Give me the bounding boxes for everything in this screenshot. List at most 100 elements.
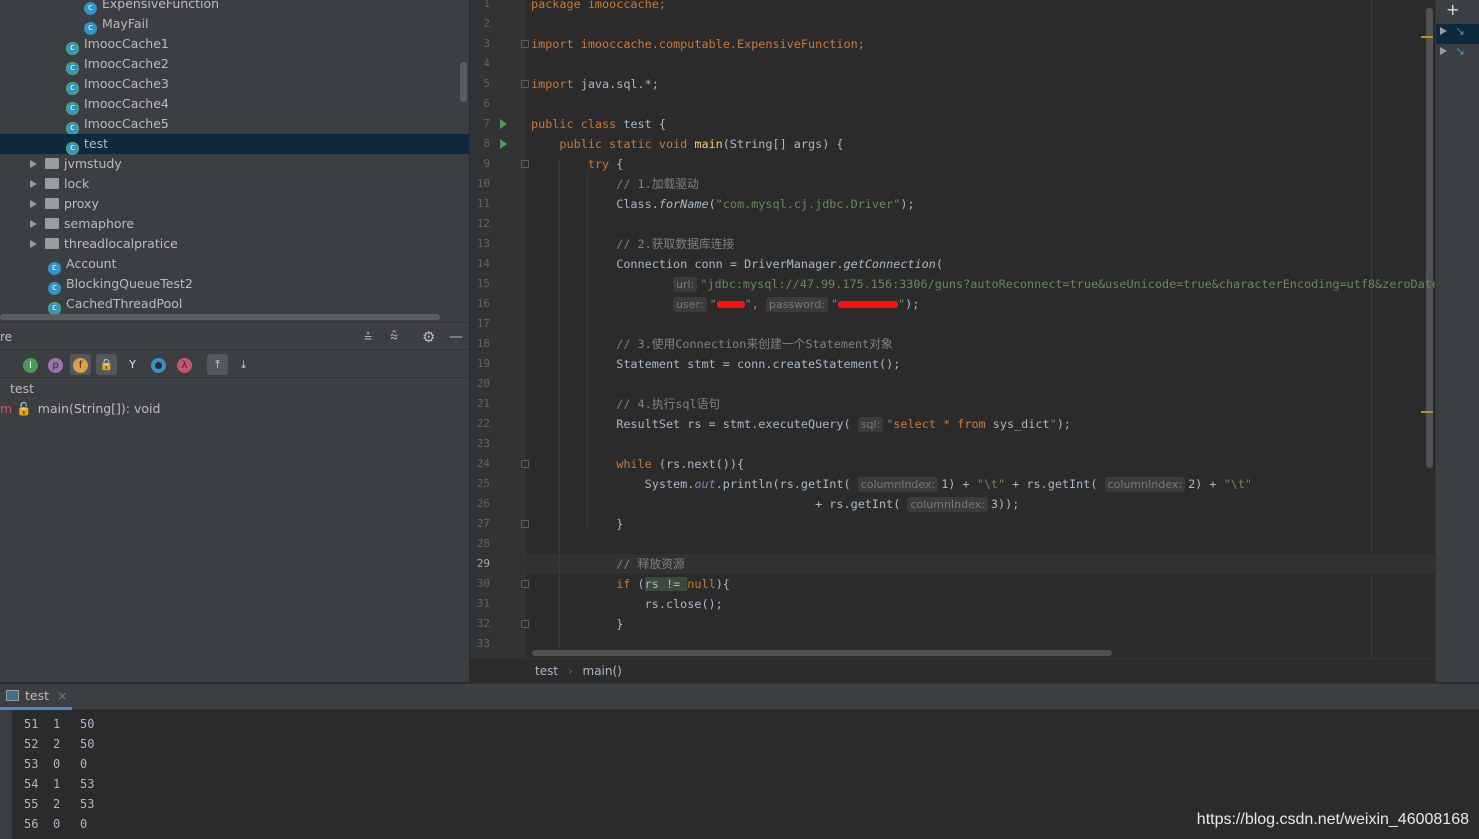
autoscroll-from-source-icon[interactable]: ⤓ — [233, 354, 254, 375]
tree-vertical-scrollbar[interactable] — [460, 62, 467, 102]
code-token: ResultSet rs = stmt.executeQuery( — [531, 417, 858, 431]
fold-icon[interactable] — [521, 460, 529, 468]
code-token: { — [616, 157, 624, 171]
code-token: + rs.getInt( — [1005, 477, 1105, 491]
indent-guide — [559, 160, 560, 650]
console-output[interactable]: https://blog.csdn.net/weixin_46008168 51… — [0, 710, 1479, 839]
gear-icon[interactable]: ⚙ — [422, 323, 435, 351]
run-gutter-icon[interactable] — [500, 119, 507, 129]
code-token: null — [687, 577, 716, 591]
fold-icon[interactable] — [521, 580, 529, 588]
warning-marker[interactable] — [1421, 36, 1433, 38]
tree-item[interactable]: proxy — [0, 194, 469, 214]
run-tab-test[interactable]: test × — [0, 684, 72, 710]
redacted-mark — [838, 301, 899, 308]
code-token: getConnection — [843, 257, 936, 271]
package-icon — [45, 198, 59, 209]
line-number: 31 — [476, 597, 490, 610]
warning-marker[interactable] — [1421, 411, 1433, 413]
tree-item[interactable]: c BlockingQueueTest2 — [0, 274, 469, 295]
console-value: 0 — [80, 757, 88, 771]
tree-item[interactable]: c MayFail — [0, 14, 469, 35]
tree-item[interactable]: c Account — [0, 254, 469, 275]
line-number: 23 — [476, 437, 490, 450]
run-gutter-icon[interactable] — [500, 139, 507, 149]
line-number: 19 — [476, 357, 490, 370]
code-token: // 2.获取数据库连接 — [531, 237, 735, 251]
tree-item[interactable]: c test — [0, 134, 469, 155]
code-line: // 2.获取数据库连接 — [531, 234, 734, 254]
expand-arrow-icon[interactable] — [30, 220, 37, 228]
tree-item[interactable]: c ExpensiveFunction — [0, 0, 469, 15]
fold-icon[interactable] — [521, 40, 529, 48]
line-number: 27 — [476, 517, 490, 530]
tree-item-label: ImoocCache1 — [84, 36, 169, 51]
code-token: ( — [935, 257, 943, 271]
database-item[interactable]: ↘ — [1436, 24, 1479, 44]
show-anonymous-icon[interactable]: Y — [122, 354, 143, 375]
console-value: 56 — [24, 817, 39, 831]
tree-item[interactable]: threadlocalpratice — [0, 234, 469, 254]
minimize-icon[interactable]: — — [449, 323, 463, 351]
show-fields-icon[interactable]: f — [70, 354, 91, 375]
tree-item[interactable]: c CachedThreadPool — [0, 294, 469, 315]
expand-all-icon[interactable]: ⩮ — [364, 323, 372, 351]
tree-item-label: proxy — [64, 196, 99, 211]
editor-horizontal-scrollbar[interactable] — [532, 650, 1112, 656]
add-icon[interactable]: + — [1446, 0, 1459, 19]
console-value: 1 — [53, 777, 61, 791]
expand-arrow-icon[interactable] — [30, 200, 37, 208]
console-value: 0 — [80, 817, 88, 831]
fold-icon[interactable] — [521, 620, 529, 628]
expand-arrow-icon[interactable] — [30, 180, 37, 188]
show-lambdas-icon[interactable] — [148, 354, 169, 375]
code-line: } — [531, 514, 623, 534]
fold-icon[interactable] — [521, 160, 529, 168]
tree-item[interactable]: c ImoocCache4 — [0, 94, 469, 115]
show-inherited-icon[interactable]: I — [20, 354, 41, 375]
code-token: 1) + — [941, 477, 977, 491]
code-token: out — [694, 477, 716, 491]
autoscroll-to-source-icon[interactable]: ⤒ — [207, 354, 228, 375]
code-token: } — [531, 517, 624, 531]
show-non-public-icon[interactable]: 🔒 — [96, 354, 117, 375]
lambda-icon[interactable]: λ — [174, 354, 195, 375]
fold-icon[interactable] — [521, 80, 529, 88]
code-token: ){ — [715, 577, 730, 591]
tree-item[interactable]: c ImoocCache2 — [0, 54, 469, 75]
tree-item[interactable]: semaphore — [0, 214, 469, 234]
console-toolbar — [0, 710, 12, 839]
console-icon — [6, 690, 19, 701]
tree-horizontal-scrollbar[interactable] — [0, 314, 440, 320]
expand-arrow-icon[interactable] — [30, 240, 37, 248]
collapse-all-icon[interactable]: ⩯ — [390, 323, 398, 351]
fold-icon[interactable] — [521, 520, 529, 528]
console-value: 0 — [53, 757, 61, 771]
tree-item[interactable]: jvmstudy — [0, 154, 469, 174]
line-number: 22 — [476, 417, 490, 430]
code-token: ); — [1056, 417, 1071, 431]
tree-item[interactable]: c ImoocCache1 — [0, 34, 469, 55]
editor-vertical-scrollbar[interactable] — [1426, 8, 1433, 468]
structure-item-class[interactable]: test — [10, 379, 34, 399]
breadcrumb-class[interactable]: test — [535, 664, 558, 678]
code-token: ( — [637, 577, 645, 591]
show-properties-icon[interactable]: p — [45, 354, 66, 375]
structure-item-method[interactable]: m 🔓 main(String[]): void — [0, 399, 160, 419]
close-icon[interactable]: × — [57, 688, 67, 703]
tree-item[interactable]: c ImoocCache5 — [0, 114, 469, 135]
code-token: test { — [623, 117, 666, 131]
code-token: select * from — [893, 417, 986, 431]
line-number: 18 — [476, 337, 490, 350]
line-number: 28 — [476, 537, 490, 550]
tree-item[interactable]: c ImoocCache3 — [0, 74, 469, 95]
line-number: 16 — [476, 297, 490, 310]
tree-item[interactable]: lock — [0, 174, 469, 194]
code-token: (String[] args) { — [722, 137, 844, 151]
expand-arrow-icon[interactable] — [30, 160, 37, 168]
code-token: // 释放资源 — [531, 557, 685, 571]
breadcrumb-method[interactable]: main() — [583, 664, 622, 678]
line-number: 21 — [476, 397, 490, 410]
code-editor[interactable]: 1 package imooccache; 2 3 import imooccache.… — [470, 0, 1435, 658]
database-item[interactable]: ↘ — [1436, 44, 1479, 64]
